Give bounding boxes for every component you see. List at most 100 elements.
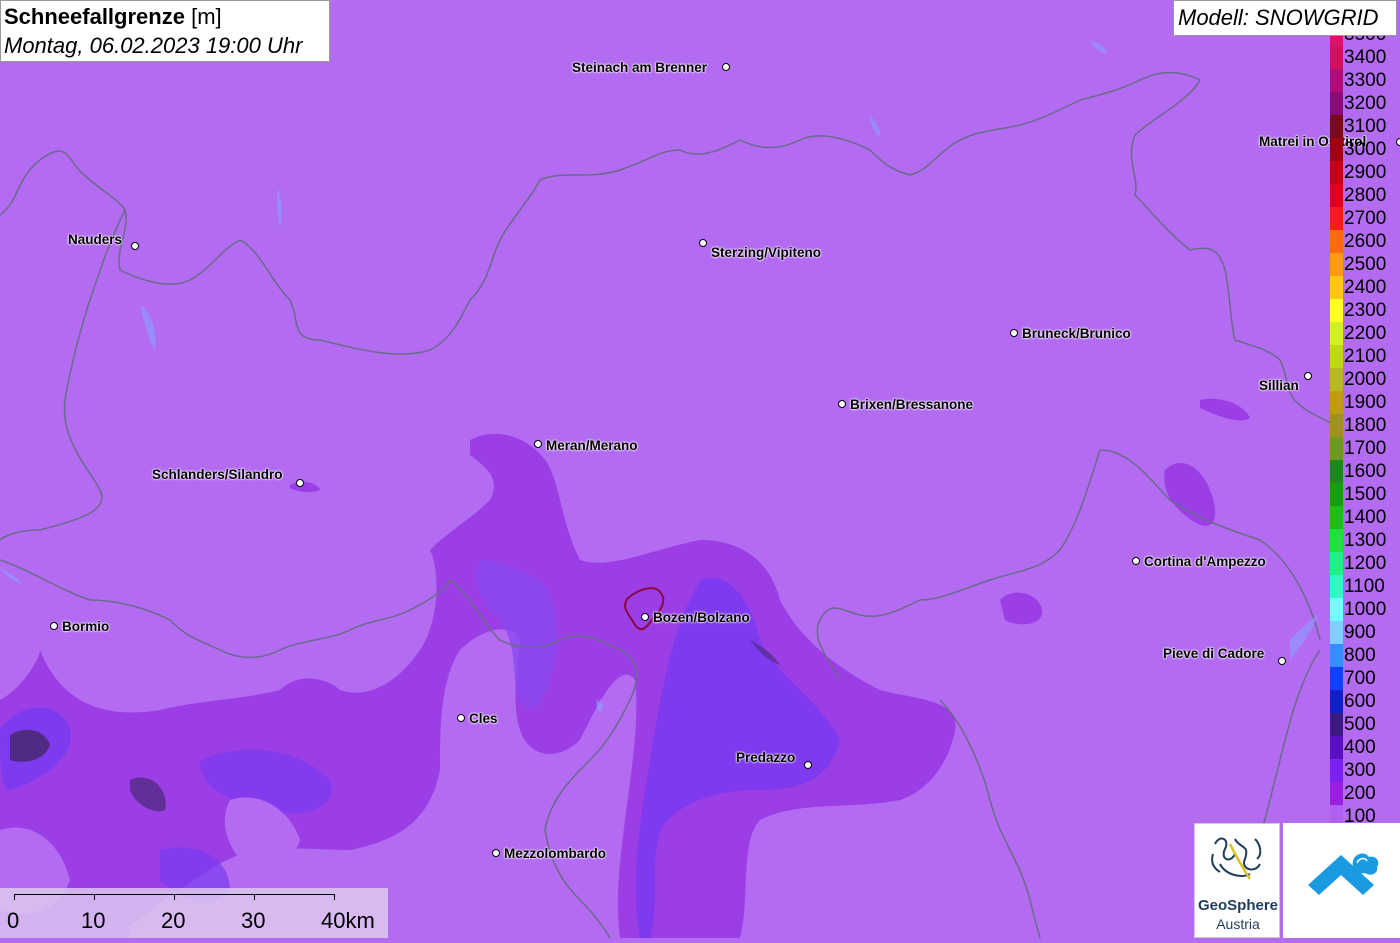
place-marker[interactable] xyxy=(1010,329,1018,337)
scale-bar: 0 10 20 30 40km xyxy=(0,888,388,938)
legend-swatch xyxy=(1330,437,1343,460)
legend-row: 1100 xyxy=(1328,575,1400,598)
place-label: Cles xyxy=(469,711,498,726)
legend-label: 2300 xyxy=(1344,300,1386,322)
legend-label: 300 xyxy=(1344,760,1376,782)
legend-label: 3400 xyxy=(1344,47,1386,69)
legend-label: 900 xyxy=(1344,622,1376,644)
legend-swatch xyxy=(1330,690,1343,713)
legend-label: 400 xyxy=(1344,737,1376,759)
legend-label: 1400 xyxy=(1344,507,1386,529)
legend-swatch xyxy=(1330,506,1343,529)
legend-row: 3000 xyxy=(1328,138,1400,161)
legend-row: 1600 xyxy=(1328,460,1400,483)
place-marker[interactable] xyxy=(838,400,846,408)
legend-row: 3200 xyxy=(1328,92,1400,115)
scale-label-10: 10 xyxy=(81,908,105,934)
legend-swatch xyxy=(1330,184,1343,207)
geosphere-logo[interactable]: GeoSphere Austria xyxy=(1194,823,1280,938)
legend-label: 2700 xyxy=(1344,208,1386,230)
legend-swatch xyxy=(1330,230,1343,253)
legend-swatch xyxy=(1330,621,1343,644)
legend-label: 3100 xyxy=(1344,116,1386,138)
place-marker[interactable] xyxy=(804,761,812,769)
place-label: Cortina d'Ampezzo xyxy=(1144,554,1266,569)
map-title: Schneefallgrenze [m] xyxy=(4,4,222,30)
map-datetime: Montag, 06.02.2023 19:00 Uhr xyxy=(4,33,302,59)
legend-label: 700 xyxy=(1344,668,1376,690)
place-marker[interactable] xyxy=(534,440,542,448)
place-label: Pieve di Cadore xyxy=(1163,646,1264,661)
legend-label: 1900 xyxy=(1344,392,1386,414)
place-marker[interactable] xyxy=(296,479,304,487)
legend-label: 3500 xyxy=(1344,36,1386,46)
snow-logo[interactable] xyxy=(1283,823,1400,938)
place-label: Nauders xyxy=(68,232,122,247)
legend-row: 2700 xyxy=(1328,207,1400,230)
legend-swatch xyxy=(1330,253,1343,276)
legend-row: 2600 xyxy=(1328,230,1400,253)
legend-label: 1200 xyxy=(1344,553,1386,575)
legend-swatch xyxy=(1330,575,1343,598)
place-marker[interactable] xyxy=(641,613,649,621)
legend-row: 400 xyxy=(1328,736,1400,759)
snow-cloud-logo-icon xyxy=(1283,823,1400,938)
legend-row: 1200 xyxy=(1328,552,1400,575)
legend-swatch xyxy=(1330,345,1343,368)
geosphere-logo-line2: Austria xyxy=(1195,916,1281,932)
legend-label: 2400 xyxy=(1344,277,1386,299)
place-marker[interactable] xyxy=(1278,657,1286,665)
legend-swatch xyxy=(1330,460,1343,483)
place-marker[interactable] xyxy=(1132,557,1140,565)
place-marker[interactable] xyxy=(50,622,58,630)
legend-row: 1800 xyxy=(1328,414,1400,437)
legend-swatch xyxy=(1330,368,1343,391)
legend-row: 1500 xyxy=(1328,483,1400,506)
legend-swatch xyxy=(1330,138,1343,161)
model-label: Modell: SNOWGRID xyxy=(1178,5,1378,31)
legend-label: 2200 xyxy=(1344,323,1386,345)
legend-swatch xyxy=(1330,46,1343,69)
legend-row: 300 xyxy=(1328,759,1400,782)
model-panel: Modell: SNOWGRID xyxy=(1173,0,1397,36)
place-marker[interactable] xyxy=(131,242,139,250)
legend-swatch xyxy=(1330,713,1343,736)
legend-label: 500 xyxy=(1344,714,1376,736)
place-marker[interactable] xyxy=(457,714,465,722)
title-unit: [m] xyxy=(191,4,222,29)
legend-row: 800 xyxy=(1328,644,1400,667)
legend-label: 2100 xyxy=(1344,346,1386,368)
legend-row: 3400 xyxy=(1328,46,1400,69)
place-marker[interactable] xyxy=(1304,372,1312,380)
legend-label: 3200 xyxy=(1344,93,1386,115)
place-marker[interactable] xyxy=(722,63,730,71)
legend-row: 1400 xyxy=(1328,506,1400,529)
legend-label: 600 xyxy=(1344,691,1376,713)
scale-tick xyxy=(334,894,335,900)
legend-row: 3500 xyxy=(1328,36,1400,46)
legend-swatch xyxy=(1330,36,1343,46)
legend-swatch xyxy=(1330,414,1343,437)
legend-row: 700 xyxy=(1328,667,1400,690)
legend-swatch xyxy=(1330,92,1343,115)
place-label: Brixen/Bressanone xyxy=(850,397,973,412)
place-marker[interactable] xyxy=(492,849,500,857)
legend-label: 200 xyxy=(1344,783,1376,805)
scale-label-20: 20 xyxy=(161,908,185,934)
place-label: Sillian xyxy=(1259,378,1299,393)
geosphere-logo-line1: GeoSphere xyxy=(1195,897,1281,914)
legend-swatch xyxy=(1330,644,1343,667)
legend-label: 1600 xyxy=(1344,461,1386,483)
legend-row: 2200 xyxy=(1328,322,1400,345)
legend-swatch xyxy=(1330,782,1343,805)
legend-row: 2500 xyxy=(1328,253,1400,276)
legend-swatch xyxy=(1330,736,1343,759)
legend-swatch xyxy=(1330,69,1343,92)
scale-label-40km: 40km xyxy=(321,908,375,934)
scale-tick xyxy=(94,894,95,900)
place-marker[interactable] xyxy=(699,239,707,247)
scale-tick xyxy=(174,894,175,900)
place-label: Meran/Merano xyxy=(546,438,638,453)
legend-row: 2300 xyxy=(1328,299,1400,322)
scale-tick xyxy=(254,894,255,900)
